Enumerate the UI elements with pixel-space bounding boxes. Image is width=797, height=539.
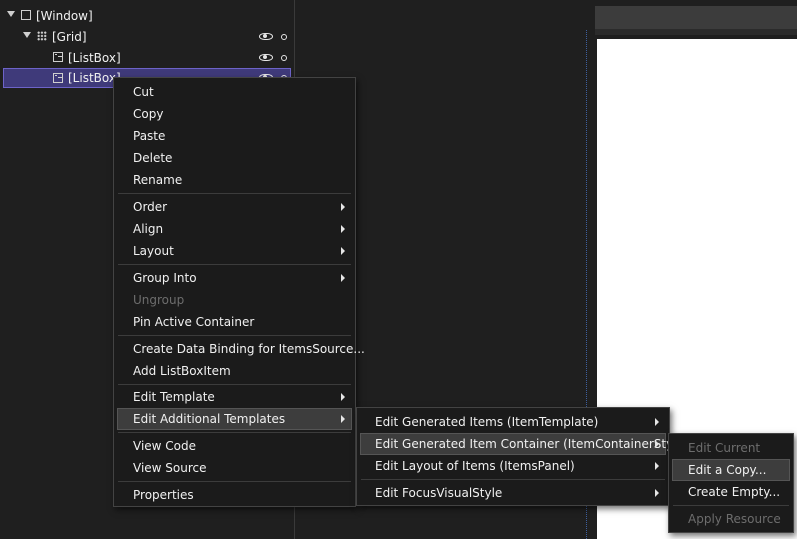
menu-item-edit-a-copy[interactable]: Edit a Copy... (672, 459, 790, 481)
menu-separator (118, 193, 351, 194)
window-title-bar (595, 6, 797, 29)
submenu-arrow-icon (341, 274, 345, 282)
grid-icon (37, 31, 47, 41)
menu-item-label: Create Data Binding for ItemsSource... (133, 342, 365, 356)
menu-item-layout[interactable]: Layout (117, 240, 352, 262)
expand-arrow-icon[interactable] (23, 32, 31, 38)
menu-item-edit-template[interactable]: Edit Template (117, 386, 352, 408)
menu-item-edit-current: Edit Current (672, 437, 790, 459)
menu-item-label: Add ListBoxItem (133, 364, 231, 378)
menu-separator (118, 432, 351, 433)
menu-separator (118, 335, 351, 336)
menu-item-label: Paste (133, 129, 166, 143)
submenu-arrow-icon (655, 462, 659, 470)
tree-item-label: [Grid] (52, 30, 87, 44)
menu-item-label: Edit Current (688, 441, 761, 455)
additional-templates-submenu: Edit Generated Items (ItemTemplate) Edit… (356, 407, 689, 506)
menu-item-label: View Code (133, 439, 197, 453)
menu-item-create-empty[interactable]: Create Empty... (672, 481, 790, 503)
eye-icon[interactable] (259, 33, 273, 40)
menu-item-edit-layout-of-items[interactable]: Edit Layout of Items (ItemsPanel) (360, 455, 666, 477)
menu-item-delete[interactable]: Delete (117, 147, 352, 169)
menu-item-label: Align (133, 222, 164, 236)
menu-item-apply-resource: Apply Resource (672, 508, 790, 530)
tree-item-label: [Window] (36, 9, 93, 23)
submenu-arrow-icon (655, 418, 659, 426)
submenu-arrow-icon (341, 225, 345, 233)
menu-item-label: Delete (133, 151, 173, 165)
menu-item-order[interactable]: Order (117, 196, 352, 218)
menu-item-group-into[interactable]: Group Into (117, 267, 352, 289)
lock-toggle-icon[interactable] (281, 34, 287, 40)
menu-item-add-listboxitem[interactable]: Add ListBoxItem (117, 360, 352, 382)
window-frame (595, 29, 797, 35)
submenu-arrow-icon (655, 489, 659, 497)
menu-item-edit-generated-item-container[interactable]: Edit Generated Item Container (ItemConta… (360, 433, 689, 455)
tree-item-label: [ListBox] (68, 51, 121, 65)
menu-item-pin-active-container[interactable]: Pin Active Container (117, 311, 352, 333)
menu-item-label: Edit Additional Templates (133, 412, 286, 426)
submenu-arrow-icon (341, 415, 345, 423)
context-menu: Cut Copy Paste Delete Rename Order Align… (113, 77, 365, 507)
tree-item-grid[interactable]: [Grid] (3, 27, 291, 47)
menu-item-label: Edit Generated Items (ItemTemplate) (375, 415, 599, 429)
menu-item-cut[interactable]: Cut (117, 81, 352, 103)
item-container-style-submenu: Edit Current Edit a Copy... Create Empty… (668, 433, 794, 533)
menu-item-paste[interactable]: Paste (117, 125, 352, 147)
menu-separator (673, 505, 789, 506)
menu-item-label: Properties (133, 488, 194, 502)
menu-item-label: Cut (133, 85, 154, 99)
menu-item-edit-additional-templates[interactable]: Edit Additional Templates (117, 408, 352, 430)
menu-separator (118, 384, 351, 385)
menu-item-edit-focus-visual-style[interactable]: Edit FocusVisualStyle (360, 482, 666, 504)
menu-item-create-data-binding[interactable]: Create Data Binding for ItemsSource... (117, 338, 365, 360)
menu-item-label: Pin Active Container (133, 315, 255, 329)
menu-item-label: Order (133, 200, 168, 214)
menu-separator (118, 481, 351, 482)
menu-item-copy[interactable]: Copy (117, 103, 352, 125)
menu-item-label: Apply Resource (688, 512, 781, 526)
menu-item-view-source[interactable]: View Source (117, 457, 352, 479)
menu-item-ungroup: Ungroup (117, 289, 352, 311)
tree-item-listbox[interactable]: [ListBox] (3, 48, 291, 68)
menu-item-label: Ungroup (133, 293, 185, 307)
submenu-arrow-icon (341, 203, 345, 211)
eye-icon[interactable] (259, 54, 273, 61)
menu-item-view-code[interactable]: View Code (117, 435, 352, 457)
menu-item-align[interactable]: Align (117, 218, 352, 240)
menu-separator (361, 479, 665, 480)
window-icon (21, 10, 31, 20)
menu-item-label: Group Into (133, 271, 197, 285)
menu-item-edit-generated-items[interactable]: Edit Generated Items (ItemTemplate) (360, 411, 666, 433)
listbox-icon (53, 73, 63, 83)
menu-separator (118, 264, 351, 265)
tree-item-window[interactable]: [Window] (3, 6, 291, 26)
expand-arrow-icon[interactable] (7, 11, 15, 17)
menu-item-properties[interactable]: Properties (117, 484, 352, 506)
listbox-icon (53, 52, 63, 62)
menu-item-label: Copy (133, 107, 164, 121)
lock-toggle-icon[interactable] (281, 55, 287, 61)
menu-item-label: Edit FocusVisualStyle (375, 486, 503, 500)
submenu-arrow-icon (655, 440, 659, 448)
menu-item-label: Edit a Copy... (688, 463, 767, 477)
menu-item-label: Edit Layout of Items (ItemsPanel) (375, 459, 575, 473)
menu-item-label: Edit Template (133, 390, 215, 404)
menu-item-label: Edit Generated Item Container (ItemConta… (375, 437, 689, 451)
menu-item-label: Create Empty... (688, 485, 781, 499)
menu-item-label: View Source (133, 461, 207, 475)
menu-item-label: Layout (133, 244, 174, 258)
submenu-arrow-icon (341, 393, 345, 401)
menu-item-rename[interactable]: Rename (117, 169, 352, 191)
menu-item-label: Rename (133, 173, 183, 187)
submenu-arrow-icon (341, 247, 345, 255)
